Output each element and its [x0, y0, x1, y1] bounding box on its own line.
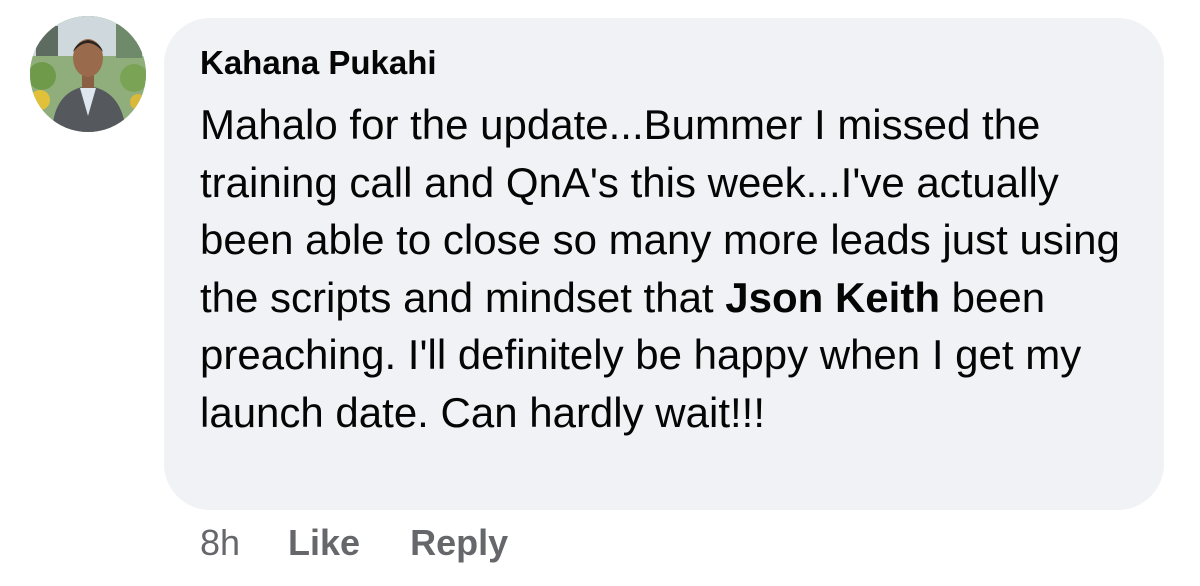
comment-author-name[interactable]: Kahana Pukahi	[200, 44, 437, 82]
avatar-photo	[30, 16, 146, 132]
mention-link[interactable]: Json Keith	[725, 274, 940, 321]
comment: Kahana Pukahi Mahalo for the update...Bu…	[0, 0, 1200, 586]
comment-timestamp[interactable]: 8h	[200, 522, 240, 564]
avatar[interactable]	[30, 16, 146, 132]
comment-text: Mahalo for the update...Bummer I missed …	[200, 96, 1150, 441]
comment-bubble: Kahana Pukahi Mahalo for the update...Bu…	[164, 18, 1164, 510]
reply-button[interactable]: Reply	[410, 522, 508, 564]
comment-actions: 8h Like Reply	[200, 518, 508, 568]
like-button[interactable]: Like	[288, 522, 360, 564]
